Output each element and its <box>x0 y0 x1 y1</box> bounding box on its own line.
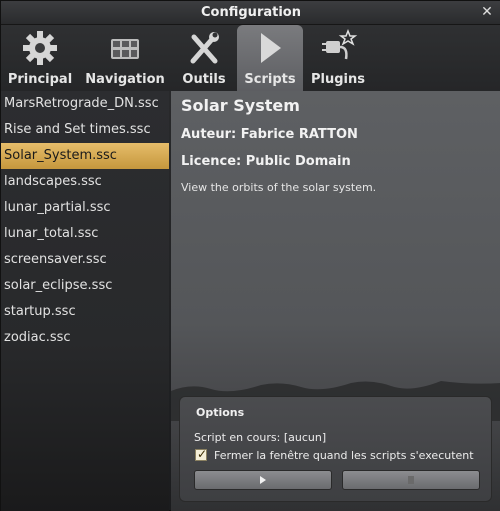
script-list: MarsRetrograde_DN.ssc Rise and Set times… <box>1 91 169 511</box>
play-icon <box>260 476 266 484</box>
script-details: Solar System Auteur: Fabrice RATTON Lice… <box>171 91 500 511</box>
stop-icon <box>408 476 414 484</box>
list-item[interactable]: startup.ssc <box>1 299 169 325</box>
plug-icon <box>322 29 358 60</box>
options-panel: Options Script en cours: [aucun] ✓ Ferme… <box>179 396 492 502</box>
tab-scripts[interactable]: Scripts <box>237 25 303 91</box>
title-bar: Configuration ✕ <box>1 1 500 25</box>
list-item-selected[interactable]: Solar_System.ssc <box>1 143 169 169</box>
script-title: Solar System <box>181 96 300 115</box>
navigation-grid-icon <box>111 39 139 59</box>
tab-principal[interactable]: Principal <box>3 25 77 91</box>
script-description: View the orbits of the solar system. <box>181 181 377 194</box>
list-item[interactable]: MarsRetrograde_DN.ssc <box>1 91 169 117</box>
tab-plugins[interactable]: Plugins <box>307 25 369 91</box>
running-script-status: Script en cours: [aucun] <box>194 431 327 444</box>
tab-label: Scripts <box>244 72 296 87</box>
checkmark-icon: ✓ <box>197 447 208 461</box>
tab-label: Principal <box>7 72 73 87</box>
options-title: Options <box>196 406 245 419</box>
play-icon <box>261 33 281 63</box>
script-author: Auteur: Fabrice RATTON <box>181 127 358 142</box>
configuration-window: Configuration ✕ Principal Navigation Out… <box>0 0 500 511</box>
close-icon[interactable]: ✕ <box>479 4 495 20</box>
tab-label: Plugins <box>311 72 365 87</box>
stop-script-button[interactable] <box>342 470 480 490</box>
tab-navigation[interactable]: Navigation <box>85 25 165 91</box>
script-license: Licence: Public Domain <box>181 154 351 169</box>
gear-icon <box>23 31 57 65</box>
list-item[interactable]: lunar_total.ssc <box>1 221 169 247</box>
tools-icon <box>190 32 219 64</box>
list-item[interactable]: solar_eclipse.ssc <box>1 273 169 299</box>
window-title: Configuration <box>201 5 301 20</box>
list-item[interactable]: lunar_partial.ssc <box>1 195 169 221</box>
run-script-button[interactable] <box>194 470 332 490</box>
close-window-label: Fermer la fenêtre quand les scripts s'ex… <box>214 449 474 462</box>
list-item[interactable]: Rise and Set times.ssc <box>1 117 169 143</box>
tab-label: Outils <box>182 72 226 87</box>
list-item[interactable]: zodiac.ssc <box>1 325 169 351</box>
tab-bar: Principal Navigation Outils Scripts Plug… <box>1 25 500 91</box>
list-item[interactable]: screensaver.ssc <box>1 247 169 273</box>
close-window-checkbox[interactable]: ✓ <box>195 447 208 461</box>
list-item[interactable]: landscapes.ssc <box>1 169 169 195</box>
tab-outils[interactable]: Outils <box>173 25 235 91</box>
tab-label: Navigation <box>85 72 165 87</box>
